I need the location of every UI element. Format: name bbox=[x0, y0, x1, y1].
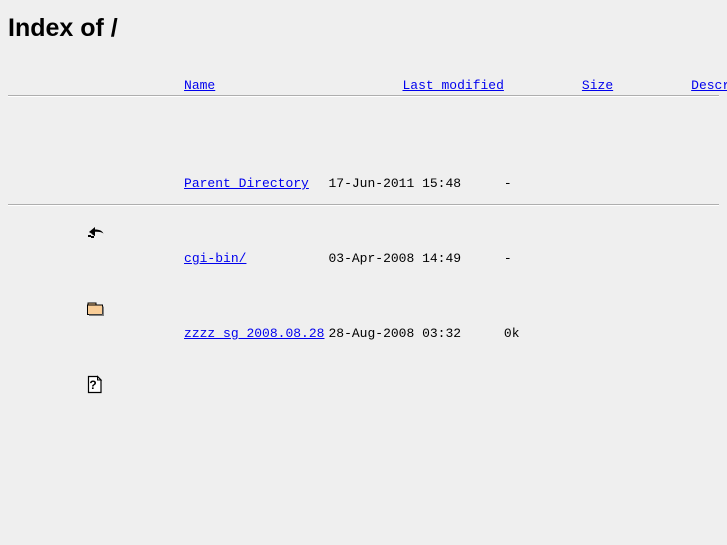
row-icon-cell bbox=[8, 146, 106, 238]
sort-by-last-modified-link[interactable]: Last modified bbox=[402, 78, 503, 93]
column-header-description: Description bbox=[613, 56, 727, 116]
svg-text:?: ? bbox=[89, 378, 96, 392]
row-description-cell bbox=[613, 146, 727, 221]
row-size-cell: - bbox=[503, 176, 512, 191]
row-description-cell bbox=[613, 296, 727, 371]
row-last-modified-cell: 28-Aug-2008 03:32 bbox=[328, 326, 462, 341]
listing-top-spacer bbox=[8, 130, 727, 146]
page-title: Index of / bbox=[8, 14, 118, 42]
sort-by-description-link[interactable]: Description bbox=[691, 78, 727, 93]
file-link-zzzz-sg[interactable]: zzzz_sg_2008.08.28 bbox=[184, 326, 324, 341]
parent-directory-link[interactable]: Parent Directory bbox=[184, 176, 309, 191]
sort-by-size-link[interactable]: Size bbox=[582, 78, 613, 93]
directory-link-cgi-bin[interactable]: cgi-bin/ bbox=[184, 251, 246, 266]
row-size-cell: 0k bbox=[503, 326, 520, 341]
sort-by-name-link[interactable]: Name bbox=[184, 78, 215, 93]
table-row: Parent Directory 17-Jun-2011 15:48 - bbox=[8, 146, 727, 238]
table-header-row: Name Last modified Size Description bbox=[8, 56, 727, 116]
table-row: cgi-bin/ 03-Apr-2008 14:49 - bbox=[8, 221, 727, 316]
directory-index-page: Index of / Name Last modified Size Descr… bbox=[0, 0, 727, 545]
unknown-file-icon: ? bbox=[86, 323, 106, 393]
row-last-modified-cell: 03-Apr-2008 14:49 bbox=[328, 251, 462, 266]
column-header-icon bbox=[8, 56, 106, 116]
header-divider bbox=[8, 95, 719, 97]
column-header-size: Size bbox=[504, 56, 613, 116]
column-header-name: Name bbox=[106, 56, 324, 116]
directory-listing-table: Name Last modified Size Description bbox=[8, 56, 727, 393]
table-row: ? zzzz_sg_2008.08.28 28-Aug-2008 03:32 0… bbox=[8, 296, 727, 393]
row-size-cell: - bbox=[503, 251, 512, 266]
row-last-modified-cell: 17-Jun-2011 15:48 bbox=[328, 176, 462, 191]
back-icon bbox=[86, 173, 106, 238]
header-rule-spacer bbox=[8, 116, 727, 130]
column-header-last-modified: Last modified bbox=[324, 56, 503, 116]
folder-icon bbox=[86, 248, 106, 316]
row-description-cell bbox=[613, 221, 727, 296]
